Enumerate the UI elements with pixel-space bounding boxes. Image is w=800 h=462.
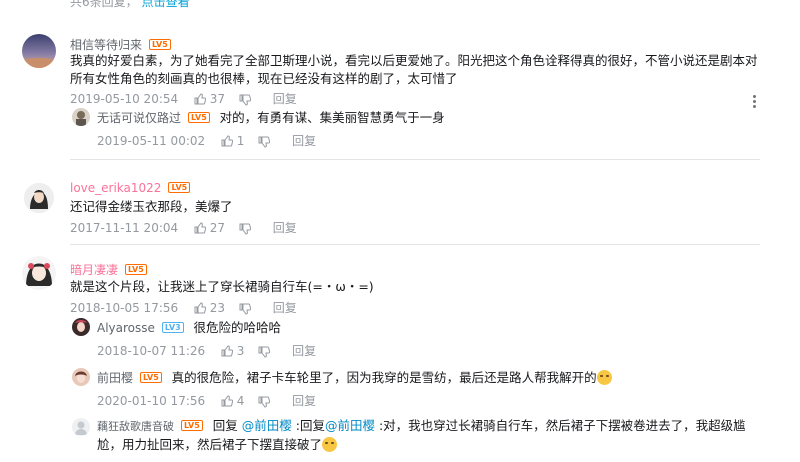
like-button[interactable]: 37 xyxy=(194,92,229,106)
like-button[interactable]: 27 xyxy=(194,221,229,235)
reply-prefix: 回复 xyxy=(212,418,238,433)
comment-meta: 2019-05-10 20:54 37 回复 xyxy=(70,90,297,107)
reply-meta: 2020-01-10 17:56 4 回复 xyxy=(97,392,316,409)
reply-meta: 2018-10-07 11:26 3 回复 xyxy=(97,342,316,359)
avatar[interactable] xyxy=(72,318,90,336)
username[interactable]: 前田樱 xyxy=(97,371,133,385)
level-badge: LV5 xyxy=(181,420,203,431)
thumbs-up-icon xyxy=(194,302,207,314)
level-badge: LV5 xyxy=(140,372,162,383)
reply-button[interactable]: 回复 xyxy=(273,92,297,106)
thumbs-up-icon xyxy=(194,93,207,105)
timestamp: 2018-10-05 17:56 xyxy=(70,301,179,315)
mention-link[interactable]: @前田樱 xyxy=(325,418,375,433)
reply-row: 前田樱 LV5 真的很危险，裙子卡车轮里了，因为我穿的是雪纺，最后还是路人帮我解开… xyxy=(97,369,612,387)
view-replies-link[interactable]: 点击查看 xyxy=(142,0,190,9)
dislike-button[interactable] xyxy=(258,394,274,408)
comment-header: love_erika1022 LV5 xyxy=(70,181,191,195)
comment-text: 还记得金缕玉衣那段，美爆了 xyxy=(70,199,233,214)
comment-header: 暗月凄凄 LV5 xyxy=(70,261,147,278)
divider xyxy=(70,244,760,245)
like-count: 1 xyxy=(236,134,245,148)
thumbs-up-icon xyxy=(194,222,207,234)
reply-button[interactable]: 回复 xyxy=(292,134,316,148)
timestamp: 2018-10-07 11:26 xyxy=(97,344,206,358)
username[interactable]: 暗月凄凄 xyxy=(70,263,118,277)
level-badge: LV5 xyxy=(125,264,147,275)
reply-button[interactable]: 回复 xyxy=(273,221,297,235)
reply-meta: 2019-05-11 00:02 1 回复 xyxy=(97,132,316,149)
avatar[interactable] xyxy=(24,183,54,213)
like-count: 37 xyxy=(209,92,226,106)
timestamp: 2019-05-11 00:02 xyxy=(97,134,206,148)
dislike-button[interactable] xyxy=(239,92,255,106)
reply-row: 无话可说仅路过 LV5 对的，有勇有谋、集美丽智慧勇气于一身 xyxy=(97,109,445,127)
like-count: 23 xyxy=(209,301,226,315)
divider xyxy=(70,159,760,160)
emoji-icon xyxy=(322,437,338,452)
dislike-button[interactable] xyxy=(239,221,255,235)
comment-text: 我真的好爱白素，为了她看完了全部卫斯理小说，看完以后更爱她了。阳光把这个角色诠释… xyxy=(70,53,758,86)
reply-text: 真的很危险，裙子卡车轮里了，因为我穿的是雪纺，最后还是路人帮我解开的 xyxy=(171,370,597,385)
username[interactable]: Alyarosse xyxy=(97,321,155,335)
level-badge: LV5 xyxy=(168,182,191,193)
like-count: 3 xyxy=(236,344,245,358)
thumbs-down-icon xyxy=(258,396,271,408)
dislike-button[interactable] xyxy=(258,134,274,148)
timestamp: 2017-11-11 20:04 xyxy=(70,221,179,235)
reply-button[interactable]: 回复 xyxy=(292,344,316,358)
reply-text: 对的，有勇有谋、集美丽智慧勇气于一身 xyxy=(219,110,445,125)
emoji-icon xyxy=(596,370,612,385)
level-badge: LV5 xyxy=(149,39,171,50)
reply-row: Alyarosse LV3 很危险的哈哈哈 xyxy=(97,319,281,337)
comment-meta: 2018-10-05 17:56 23 回复 xyxy=(70,299,297,316)
username[interactable]: 相信等待归来 xyxy=(70,38,142,52)
reply-count-line: 共6条回复， 点击查看 xyxy=(70,0,190,10)
thumbs-down-icon xyxy=(239,94,252,106)
dislike-button[interactable] xyxy=(258,344,274,358)
comment-header: 相信等待归来 LV5 xyxy=(70,36,171,53)
username[interactable]: 无话可说仅路过 xyxy=(97,111,181,125)
reply-count-text: 共6条回复， xyxy=(70,0,138,9)
reply-button[interactable]: 回复 xyxy=(273,301,297,315)
reply-button[interactable]: 回复 xyxy=(292,394,316,408)
avatar[interactable] xyxy=(22,34,56,68)
thumbs-up-icon xyxy=(221,395,234,407)
like-count: 27 xyxy=(209,221,226,235)
like-button[interactable]: 3 xyxy=(221,344,248,358)
comment-text: 就是这个片段，让我迷上了穿长裙骑自行车(=・ω・=) xyxy=(70,279,374,294)
thumbs-down-icon xyxy=(239,303,252,315)
dislike-button[interactable] xyxy=(239,301,255,315)
mention-link[interactable]: @前田樱 xyxy=(242,418,292,433)
timestamp: 2020-01-10 17:56 xyxy=(97,394,206,408)
avatar[interactable] xyxy=(22,256,56,290)
avatar[interactable] xyxy=(72,368,90,386)
level-badge: LV3 xyxy=(161,322,184,333)
thumbs-down-icon xyxy=(258,136,271,148)
timestamp: 2019-05-10 20:54 xyxy=(70,92,179,106)
thumbs-down-icon xyxy=(239,223,252,235)
like-count: 4 xyxy=(236,394,245,408)
avatar[interactable] xyxy=(72,418,90,436)
comment-meta: 2017-11-11 20:04 27 回复 xyxy=(70,219,297,236)
reply-text: 很危险的哈哈哈 xyxy=(193,320,282,335)
level-badge: LV5 xyxy=(188,112,210,123)
like-button[interactable]: 4 xyxy=(221,394,248,408)
thumbs-down-icon xyxy=(258,346,271,358)
avatar[interactable] xyxy=(72,108,90,126)
username[interactable]: 藕狂敌歌唐音破 xyxy=(97,420,174,433)
reply-row: 藕狂敌歌唐音破 LV5 回复 @前田樱 :回复@前田樱 :对，我也穿过长裙骑自行车… xyxy=(97,417,760,454)
thumbs-up-icon xyxy=(221,135,234,147)
more-vertical-icon[interactable] xyxy=(753,95,757,110)
thumbs-up-icon xyxy=(221,345,234,357)
username[interactable]: love_erika1022 xyxy=(70,181,161,195)
like-button[interactable]: 1 xyxy=(221,134,248,148)
reply-mid: :回复 xyxy=(295,418,325,433)
like-button[interactable]: 23 xyxy=(194,301,229,315)
